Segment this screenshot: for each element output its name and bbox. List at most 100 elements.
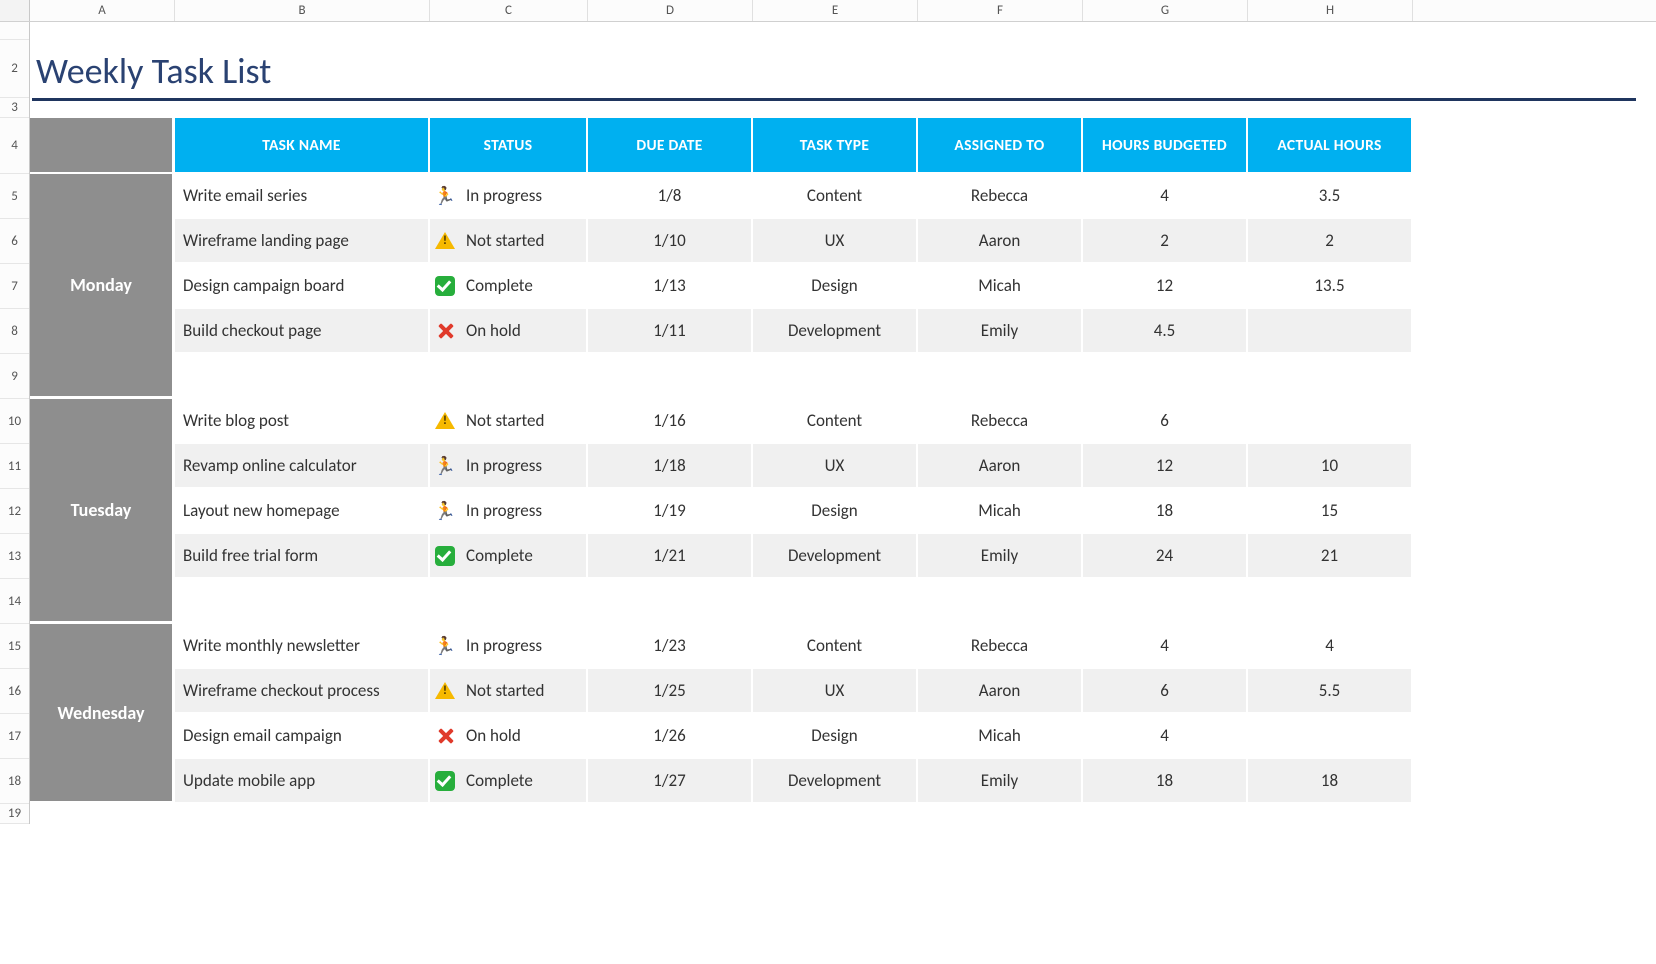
- cell-task-name[interactable]: Build free trial form: [175, 534, 430, 579]
- row-number[interactable]: 2: [0, 40, 29, 98]
- cell-task-type[interactable]: UX: [753, 219, 918, 264]
- cell-due-date[interactable]: 1/23: [588, 624, 753, 669]
- column-letter[interactable]: G: [1083, 0, 1248, 21]
- cell-task-name[interactable]: Write monthly newsletter: [175, 624, 430, 669]
- cell-status[interactable]: Complete: [430, 264, 588, 309]
- cell-actual-hours[interactable]: 2: [1248, 219, 1413, 264]
- cell-status[interactable]: Not started: [430, 669, 588, 714]
- cell-assigned-to[interactable]: Emily: [918, 534, 1083, 579]
- cell-task-type[interactable]: Development: [753, 309, 918, 354]
- cell-due-date[interactable]: 1/16: [588, 399, 753, 444]
- row-number[interactable]: 9: [0, 354, 29, 399]
- cell-hours-budgeted[interactable]: 4: [1083, 624, 1248, 669]
- cell-due-date[interactable]: 1/19: [588, 489, 753, 534]
- cell-hours-budgeted[interactable]: 6: [1083, 399, 1248, 444]
- select-all-corner[interactable]: [0, 0, 30, 21]
- column-letter[interactable]: H: [1248, 0, 1413, 21]
- cell-task-type[interactable]: UX: [753, 669, 918, 714]
- row-number[interactable]: 17: [0, 714, 29, 759]
- day-label[interactable]: Tuesday: [30, 399, 175, 624]
- cell-task-name[interactable]: [175, 579, 430, 624]
- row-number[interactable]: 11: [0, 444, 29, 489]
- cell-due-date[interactable]: 1/18: [588, 444, 753, 489]
- cell-status[interactable]: 🏃In progress: [430, 174, 588, 219]
- row-number[interactable]: 8: [0, 309, 29, 354]
- row-number[interactable]: 13: [0, 534, 29, 579]
- cell-status[interactable]: 🏃In progress: [430, 444, 588, 489]
- cell-due-date[interactable]: 1/25: [588, 669, 753, 714]
- cell-hours-budgeted[interactable]: 12: [1083, 264, 1248, 309]
- cell-task-name[interactable]: Update mobile app: [175, 759, 430, 804]
- cell-task-name[interactable]: Build checkout page: [175, 309, 430, 354]
- cell-actual-hours[interactable]: 13.5: [1248, 264, 1413, 309]
- row-number[interactable]: 16: [0, 669, 29, 714]
- day-label[interactable]: Monday: [30, 174, 175, 399]
- cell-assigned-to[interactable]: Rebecca: [918, 174, 1083, 219]
- row-number[interactable]: 14: [0, 579, 29, 624]
- cell-assigned-to[interactable]: Micah: [918, 264, 1083, 309]
- cell-assigned-to[interactable]: Rebecca: [918, 399, 1083, 444]
- cell-status[interactable]: On hold: [430, 714, 588, 759]
- cell-actual-hours[interactable]: 21: [1248, 534, 1413, 579]
- cell-assigned-to[interactable]: Aaron: [918, 444, 1083, 489]
- cell-task-type[interactable]: [753, 354, 918, 399]
- row-number[interactable]: 12: [0, 489, 29, 534]
- cell-assigned-to[interactable]: Rebecca: [918, 624, 1083, 669]
- row-number[interactable]: 3: [0, 98, 29, 118]
- cell-due-date[interactable]: [588, 579, 753, 624]
- cell-status[interactable]: [430, 354, 588, 399]
- row-number[interactable]: 6: [0, 219, 29, 264]
- row-number[interactable]: 5: [0, 174, 29, 219]
- cell-task-name[interactable]: Wireframe landing page: [175, 219, 430, 264]
- cell-actual-hours[interactable]: 18: [1248, 759, 1413, 804]
- cell-actual-hours[interactable]: 3.5: [1248, 174, 1413, 219]
- cell-assigned-to[interactable]: Micah: [918, 489, 1083, 534]
- cell-actual-hours[interactable]: [1248, 579, 1413, 624]
- cell-task-type[interactable]: Development: [753, 534, 918, 579]
- day-label[interactable]: Wednesday: [30, 624, 175, 804]
- cell-task-type[interactable]: Design: [753, 489, 918, 534]
- cell-assigned-to[interactable]: Aaron: [918, 219, 1083, 264]
- cell-due-date[interactable]: 1/13: [588, 264, 753, 309]
- row-number[interactable]: 10: [0, 399, 29, 444]
- cell-hours-budgeted[interactable]: 4: [1083, 714, 1248, 759]
- cell-hours-budgeted[interactable]: 2: [1083, 219, 1248, 264]
- cell-task-type[interactable]: Design: [753, 264, 918, 309]
- cell-task-name[interactable]: Write email series: [175, 174, 430, 219]
- cell-task-name[interactable]: Design email campaign: [175, 714, 430, 759]
- cell-due-date[interactable]: 1/27: [588, 759, 753, 804]
- cell-hours-budgeted[interactable]: 18: [1083, 489, 1248, 534]
- column-letter[interactable]: B: [175, 0, 430, 21]
- cell-task-type[interactable]: UX: [753, 444, 918, 489]
- cell-task-name[interactable]: Design campaign board: [175, 264, 430, 309]
- row-number[interactable]: [0, 22, 29, 40]
- row-number[interactable]: 4: [0, 118, 29, 174]
- cell-due-date[interactable]: 1/8: [588, 174, 753, 219]
- cell-task-name[interactable]: Revamp online calculator: [175, 444, 430, 489]
- cell-assigned-to[interactable]: [918, 579, 1083, 624]
- cell-task-name[interactable]: [175, 354, 430, 399]
- cell-actual-hours[interactable]: [1248, 714, 1413, 759]
- cell-hours-budgeted[interactable]: 18: [1083, 759, 1248, 804]
- cell-actual-hours[interactable]: [1248, 309, 1413, 354]
- header-budgeted[interactable]: HOURS BUDGETED: [1083, 118, 1248, 174]
- cell-status[interactable]: 🏃In progress: [430, 489, 588, 534]
- cell-assigned-to[interactable]: Aaron: [918, 669, 1083, 714]
- row-number[interactable]: 18: [0, 759, 29, 804]
- header-type[interactable]: TASK TYPE: [753, 118, 918, 174]
- column-letter[interactable]: A: [30, 0, 175, 21]
- cell-actual-hours[interactable]: 4: [1248, 624, 1413, 669]
- cell-hours-budgeted[interactable]: [1083, 354, 1248, 399]
- cell-task-name[interactable]: Wireframe checkout process: [175, 669, 430, 714]
- cell-status[interactable]: [430, 579, 588, 624]
- cell-status[interactable]: On hold: [430, 309, 588, 354]
- cell-status[interactable]: Complete: [430, 759, 588, 804]
- cell-due-date[interactable]: [588, 354, 753, 399]
- row-number[interactable]: 7: [0, 264, 29, 309]
- cell-due-date[interactable]: 1/26: [588, 714, 753, 759]
- cell-hours-budgeted[interactable]: 6: [1083, 669, 1248, 714]
- header-day[interactable]: [30, 118, 175, 174]
- cell-task-type[interactable]: Content: [753, 399, 918, 444]
- cell-actual-hours[interactable]: [1248, 354, 1413, 399]
- column-letter[interactable]: C: [430, 0, 588, 21]
